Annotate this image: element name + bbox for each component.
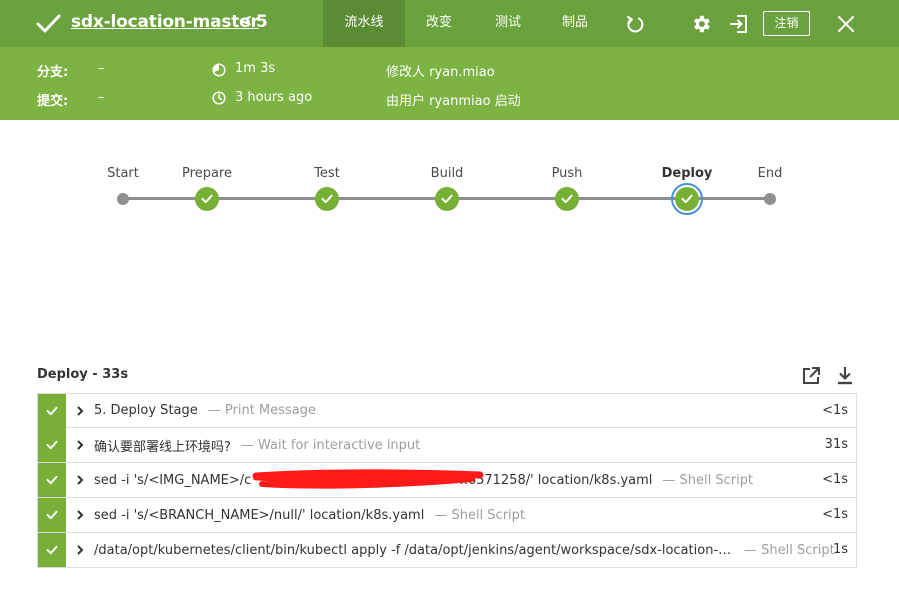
pipeline-graph: Start Prepare Test Build Push Deploy End (0, 120, 899, 260)
step-type: — Shell Script (662, 472, 754, 488)
stage-log-title: Deploy - 33s (37, 367, 129, 382)
step-success-icon (38, 498, 66, 532)
check-icon (201, 194, 213, 204)
commit-value: – (98, 90, 105, 105)
stage-label-start: Start (107, 166, 139, 181)
started-by: 由用户 ryanmiao 启动 (386, 94, 521, 109)
step-duration: <1s (822, 472, 848, 487)
stage-node-prepare[interactable] (195, 187, 219, 211)
stage-label-test[interactable]: Test (314, 166, 340, 181)
stage-label-deploy[interactable]: Deploy (662, 166, 713, 181)
changed-by: 修改人 ryan.miao (386, 65, 495, 80)
exit-icon[interactable] (726, 0, 752, 47)
tab-artifacts[interactable]: 制品 (548, 0, 602, 47)
stage-label-build[interactable]: Build (431, 166, 464, 181)
step-success-icon (38, 428, 66, 462)
run-meta-bar: 分支: – 提交: – 1m 3s 3 hours ago 修改人 ryan.m… (0, 47, 899, 120)
step-name-tail: :.6571258/' location/k8s.yaml (459, 472, 653, 488)
stage-node-start (117, 193, 129, 205)
stage-label-push[interactable]: Push (552, 166, 583, 181)
step-success-icon (38, 393, 66, 428)
check-icon (561, 194, 573, 204)
stage-node-end (764, 193, 776, 205)
stage-label-prepare[interactable]: Prepare (182, 166, 232, 181)
expand-chevron-icon[interactable] (66, 544, 94, 556)
tab-label: 流水线 (344, 15, 384, 30)
duration-value: 1m 3s (235, 61, 276, 76)
step-success-icon (38, 463, 66, 497)
check-icon (681, 194, 693, 204)
close-icon[interactable] (833, 0, 859, 47)
step-name: /data/opt/kubernetes/client/bin/kubectl … (94, 542, 734, 558)
step-list: 5. Deploy Stage — Print Message <1s 确认要部… (37, 393, 857, 568)
stage-label-end: End (757, 166, 783, 181)
tab-label: 测试 (494, 15, 521, 30)
time-ago: 3 hours ago (235, 90, 313, 105)
check-icon (321, 194, 333, 204)
redaction-scribble (252, 469, 484, 489)
tab-label: 改变 (425, 15, 452, 30)
step-name: sed -i 's/<BRANCH_NAME>/null/' location/… (94, 507, 425, 523)
tab-pipeline[interactable]: 流水线 (323, 0, 405, 47)
step-duration: <1s (822, 507, 848, 522)
settings-gear-icon[interactable] (688, 0, 714, 47)
step-type: — Shell Script (744, 542, 835, 558)
tab-tests[interactable]: 测试 (481, 0, 535, 47)
stage-node-test[interactable] (315, 187, 339, 211)
branch-value: – (98, 61, 105, 76)
tab-label: 制品 (561, 15, 588, 30)
tab-changes[interactable]: 改变 (412, 0, 466, 47)
step-type: — Print Message (207, 403, 316, 418)
logout-button[interactable]: 注销 (763, 11, 810, 36)
download-icon[interactable] (833, 364, 857, 388)
expand-chevron-icon[interactable] (66, 439, 94, 451)
step-success-icon (38, 533, 66, 567)
check-icon (441, 194, 453, 204)
expand-chevron-icon[interactable] (66, 509, 94, 521)
stage-node-deploy[interactable] (675, 187, 699, 211)
step-duration: <1s (822, 403, 848, 418)
step-duration: 31s (824, 437, 848, 452)
step-name: 确认要部署线上环境吗? (94, 439, 231, 455)
success-check-icon (36, 14, 61, 33)
step-type: — Wait for interactive input (240, 437, 421, 453)
clock-icon (212, 91, 226, 105)
step-row[interactable]: 5. Deploy Stage — Print Message <1s (37, 393, 857, 428)
step-name: sed -i 's/<IMG_NAME>/c (94, 472, 252, 488)
stage-node-push[interactable] (555, 187, 579, 211)
back-chevron[interactable]: < (238, 11, 252, 31)
branch-label: 分支: (37, 65, 69, 80)
step-row[interactable]: sed -i 's/<IMG_NAME>/c :.6571258/' locat… (37, 463, 857, 498)
replay-icon[interactable] (622, 0, 648, 47)
commit-label: 提交: (37, 94, 69, 109)
step-duration: 1s (832, 542, 848, 557)
expand-chevron-icon[interactable] (66, 405, 94, 417)
step-row[interactable]: /data/opt/kubernetes/client/bin/kubectl … (37, 533, 857, 568)
step-row[interactable]: sed -i 's/<BRANCH_NAME>/null/' location/… (37, 498, 857, 533)
step-type: — Shell Script (434, 507, 526, 523)
step-row[interactable]: 确认要部署线上环境吗? — Wait for interactive input… (37, 428, 857, 463)
step-name: 5. Deploy Stage (94, 403, 198, 418)
stage-node-build[interactable] (435, 187, 459, 211)
run-number: 5 (256, 12, 268, 32)
duration-icon (212, 63, 226, 77)
pipeline-title-link[interactable]: sdx-location-master (71, 12, 259, 32)
expand-chevron-icon[interactable] (66, 474, 94, 486)
top-header: sdx-location-master < 5 流水线 改变 测试 制品 注销 (0, 0, 899, 47)
open-external-icon[interactable] (799, 364, 823, 388)
